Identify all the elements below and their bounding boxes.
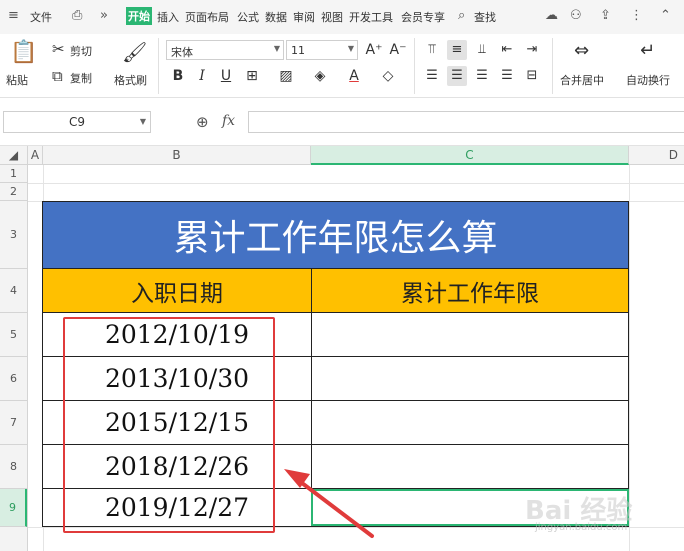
tab-member[interactable]: 会员专享 — [401, 9, 445, 25]
result-cell-c7[interactable] — [311, 400, 629, 445]
row-header-1[interactable]: 1 — [0, 165, 27, 183]
cell-style-icon[interactable]: ▨ — [276, 66, 296, 86]
indent-icon[interactable]: ⇥ — [522, 40, 542, 60]
divider — [552, 38, 553, 94]
tab-formula[interactable]: 公式 — [237, 9, 259, 25]
divider — [158, 38, 159, 94]
column-header-c[interactable]: C — [311, 146, 629, 165]
result-cell-c8[interactable] — [311, 444, 629, 489]
paste-icon[interactable]: 📋 — [10, 40, 37, 65]
font-name-value: 宋体 — [171, 46, 193, 59]
tab-data[interactable]: 数据 — [265, 9, 287, 25]
more-chevron-icon[interactable]: » — [100, 8, 108, 23]
chevron-down-icon: ▼ — [139, 117, 146, 126]
menu-bar: ≡ 文件 ⎙ » 开始 插入 页面布局 公式 数据 审阅 视图 开发工具 会员专… — [0, 0, 684, 34]
merge-center-icon[interactable]: ⇔ — [574, 40, 589, 61]
row-header-2[interactable]: 2 — [0, 183, 27, 201]
outdent-icon[interactable]: ⇤ — [497, 40, 517, 60]
tab-page-layout[interactable]: 页面布局 — [185, 9, 229, 25]
format-painter-icon[interactable]: 🖌 — [122, 40, 147, 64]
bold-icon[interactable]: B — [168, 66, 188, 86]
row-header-4[interactable]: 4 — [0, 269, 27, 313]
distributed-icon[interactable]: ⊟ — [522, 66, 542, 86]
formula-input[interactable] — [248, 111, 684, 133]
clear-format-icon[interactable]: ◇ — [378, 66, 398, 86]
format-painter-button[interactable]: 格式刷 — [114, 72, 147, 88]
fx-icon[interactable]: fx — [222, 113, 235, 129]
search-icon[interactable]: ⌕ — [458, 8, 465, 23]
zoom-search-icon[interactable]: ⊕ — [196, 113, 209, 131]
title-cell[interactable]: 累计工作年限怎么算 — [42, 201, 629, 269]
align-left-icon[interactable]: ☰ — [422, 66, 442, 86]
align-middle-icon[interactable]: ≡ — [447, 40, 467, 60]
collaborate-icon[interactable]: ⚇ — [570, 8, 582, 23]
font-size-value: 11 — [291, 44, 305, 57]
header-cell-entry-date[interactable]: 入职日期 — [42, 268, 312, 313]
align-bottom-icon[interactable]: ⫫ — [472, 40, 492, 60]
tab-review[interactable]: 审阅 — [293, 9, 315, 25]
scissors-icon[interactable]: ✂ — [52, 40, 65, 58]
align-center-icon[interactable]: ☰ — [447, 66, 467, 86]
row-header-9[interactable]: 9 — [0, 489, 27, 527]
tab-insert[interactable]: 插入 — [157, 9, 179, 25]
border-icon[interactable]: ⊞ — [242, 66, 262, 86]
increase-font-icon[interactable]: A⁺ — [364, 40, 384, 60]
more-options-icon[interactable]: ⋮ — [630, 8, 643, 23]
result-cell-c5[interactable] — [311, 312, 629, 357]
row-header-8[interactable]: 8 — [0, 445, 27, 489]
tab-home[interactable]: 开始 — [126, 7, 152, 25]
row-header-5[interactable]: 5 — [0, 313, 27, 357]
tab-developer[interactable]: 开发工具 — [349, 9, 393, 25]
copy-button[interactable]: 复制 — [70, 70, 92, 86]
align-top-icon[interactable]: ⫪ — [422, 40, 442, 60]
share-icon[interactable]: ⇪ — [600, 8, 611, 23]
italic-icon[interactable]: I — [192, 66, 212, 86]
search-label[interactable]: 查找 — [474, 9, 496, 25]
menu-icon[interactable]: ≡ — [8, 8, 19, 23]
select-all-corner[interactable]: ◢ — [0, 146, 28, 165]
copy-icon[interactable]: ⧉ — [52, 67, 63, 85]
cut-button[interactable]: 剪切 — [70, 43, 92, 59]
collapse-ribbon-icon[interactable]: ⌃ — [660, 8, 671, 23]
divider — [414, 38, 415, 94]
name-box[interactable]: C9 ▼ — [3, 111, 151, 133]
formula-bar: C9 ▼ ⊕ fx — [0, 108, 684, 138]
name-box-value: C9 — [68, 115, 85, 129]
tab-view[interactable]: 视图 — [321, 9, 343, 25]
column-header-d[interactable]: D — [629, 146, 684, 165]
gridline — [28, 183, 684, 184]
justify-icon[interactable]: ☰ — [497, 66, 517, 86]
paste-button[interactable]: 粘贴 — [6, 72, 28, 88]
decrease-font-icon[interactable]: A⁻ — [388, 40, 408, 60]
font-name-select[interactable]: 宋体 ▼ — [166, 40, 284, 60]
row-header-7[interactable]: 7 — [0, 401, 27, 445]
font-color-icon[interactable]: A — [344, 66, 364, 86]
fill-color-icon[interactable]: ◈ — [310, 66, 330, 86]
row-header-3[interactable]: 3 — [0, 201, 27, 269]
save-icon[interactable]: ⎙ — [72, 8, 82, 23]
column-headers: ◢ A B C D — [0, 145, 684, 165]
align-right-icon[interactable]: ☰ — [472, 66, 492, 86]
header-cell-work-years[interactable]: 累计工作年限 — [311, 268, 629, 313]
watermark-url: jingyan.baidu.com — [535, 522, 628, 533]
chevron-down-icon: ▼ — [347, 44, 354, 53]
underline-icon[interactable]: U — [216, 66, 236, 86]
merge-center-button[interactable]: 合并居中 — [560, 72, 604, 88]
ribbon-toolbar: 📋 粘贴 ✂ 剪切 ⧉ 复制 🖌 格式刷 宋体 ▼ 11 ▼ A⁺ A⁻ B I… — [0, 34, 684, 98]
chevron-down-icon: ▼ — [273, 44, 280, 53]
file-menu[interactable]: 文件 — [30, 9, 52, 25]
cloud-sync-icon[interactable]: ☁ — [545, 8, 558, 23]
annotation-highlight-box — [63, 317, 275, 533]
wrap-text-icon[interactable]: ↵ — [640, 40, 655, 61]
column-header-a[interactable]: A — [28, 146, 43, 165]
result-cell-c6[interactable] — [311, 356, 629, 401]
row-header-6[interactable]: 6 — [0, 357, 27, 401]
row-headers: 1 2 3 4 5 6 7 8 9 — [0, 165, 28, 551]
font-size-select[interactable]: 11 ▼ — [286, 40, 358, 60]
column-header-b[interactable]: B — [43, 146, 311, 165]
auto-wrap-button[interactable]: 自动换行 — [626, 72, 670, 88]
